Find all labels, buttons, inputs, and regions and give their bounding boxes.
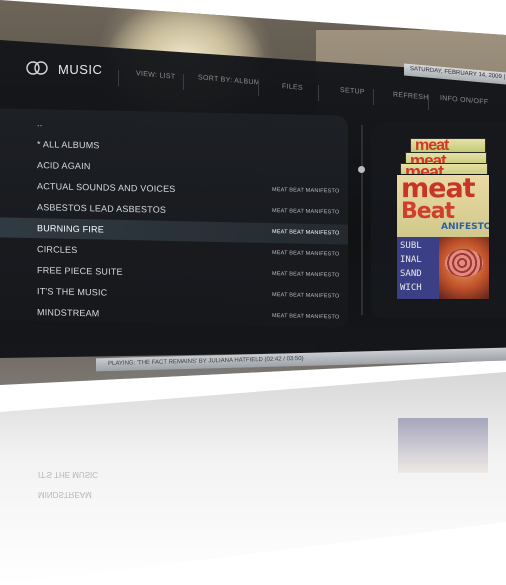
media-center-screen: MUSIC VIEW: LIST SORT BY: ALBUM FILES SE…	[0, 0, 506, 585]
album-cover: meat Beat ANIFESTO SUBL INAL SAND WICH	[396, 174, 490, 300]
list-item-artist: MEAT BEAT MANIFESTO	[272, 271, 340, 279]
album-cover-word: Beat	[401, 199, 455, 224]
music-logo-icon	[26, 61, 48, 75]
list-item-label: BURNING FIRE	[37, 223, 104, 235]
list-item-label: ASBESTOS LEAD ASBESTOS	[37, 202, 167, 215]
list-item-artist: MEAT BEAT MANIFESTO	[272, 313, 340, 321]
list-item-artist: MEAT BEAT MANIFESTO	[272, 208, 340, 216]
album-cover-subtitle-line: SUBL	[400, 241, 422, 251]
list-item-artist: MEAT BEAT MANIFESTO	[272, 292, 340, 300]
list-scrollbar-thumb[interactable]	[358, 166, 365, 173]
menu-separator	[258, 79, 259, 97]
list-item-label: * ALL ALBUMS	[37, 139, 100, 151]
album-list-panel: .. * ALL ALBUMS ACID AGAIN ACTUAL SOUNDS…	[0, 108, 348, 328]
reflection-text: MINDSTREAM	[38, 490, 92, 499]
album-cover-word: ANIFESTO	[441, 222, 490, 232]
album-cover-subtitle-block: SUBL INAL SAND WICH	[397, 237, 439, 299]
album-cover-top: meat Beat ANIFESTO	[397, 175, 489, 237]
reflection-text: IT'S THE MUSIC	[38, 470, 99, 479]
list-item-label: ACID AGAIN	[37, 160, 91, 172]
album-cover-art	[439, 237, 489, 299]
menu-separator	[428, 93, 429, 111]
list-item-artist: MEAT BEAT MANIFESTO	[272, 229, 340, 237]
list-item-artist: MEAT BEAT MANIFESTO	[272, 187, 340, 195]
list-item-label: IT'S THE MUSIC	[37, 286, 108, 298]
page-title: MUSIC	[58, 62, 103, 77]
now-playing-text: PLAYING: 'THE FACT REMAINS' BY JULIANA H…	[108, 355, 304, 368]
list-item-label: FREE PIECE SUITE	[37, 265, 123, 277]
menu-separator	[118, 69, 119, 87]
menu-separator	[183, 73, 184, 91]
album-cover-subtitle-line: INAL	[400, 255, 422, 265]
list-item-label: ACTUAL SOUNDS AND VOICES	[37, 181, 176, 195]
list-scrollbar[interactable]	[361, 125, 363, 315]
brain-image	[445, 249, 483, 277]
album-cover-subtitle-line: SAND	[400, 269, 422, 279]
album-cover-subtitle-line: WICH	[400, 283, 422, 293]
menu-separator	[318, 84, 319, 102]
menu-separator	[373, 88, 374, 106]
list-item-label: MINDSTREAM	[37, 307, 100, 319]
list-item-artist: MEAT BEAT MANIFESTO	[272, 250, 340, 258]
reflection-cover	[398, 418, 488, 473]
list-item-label: CIRCLES	[37, 244, 78, 255]
list-item-label: ..	[37, 118, 43, 129]
